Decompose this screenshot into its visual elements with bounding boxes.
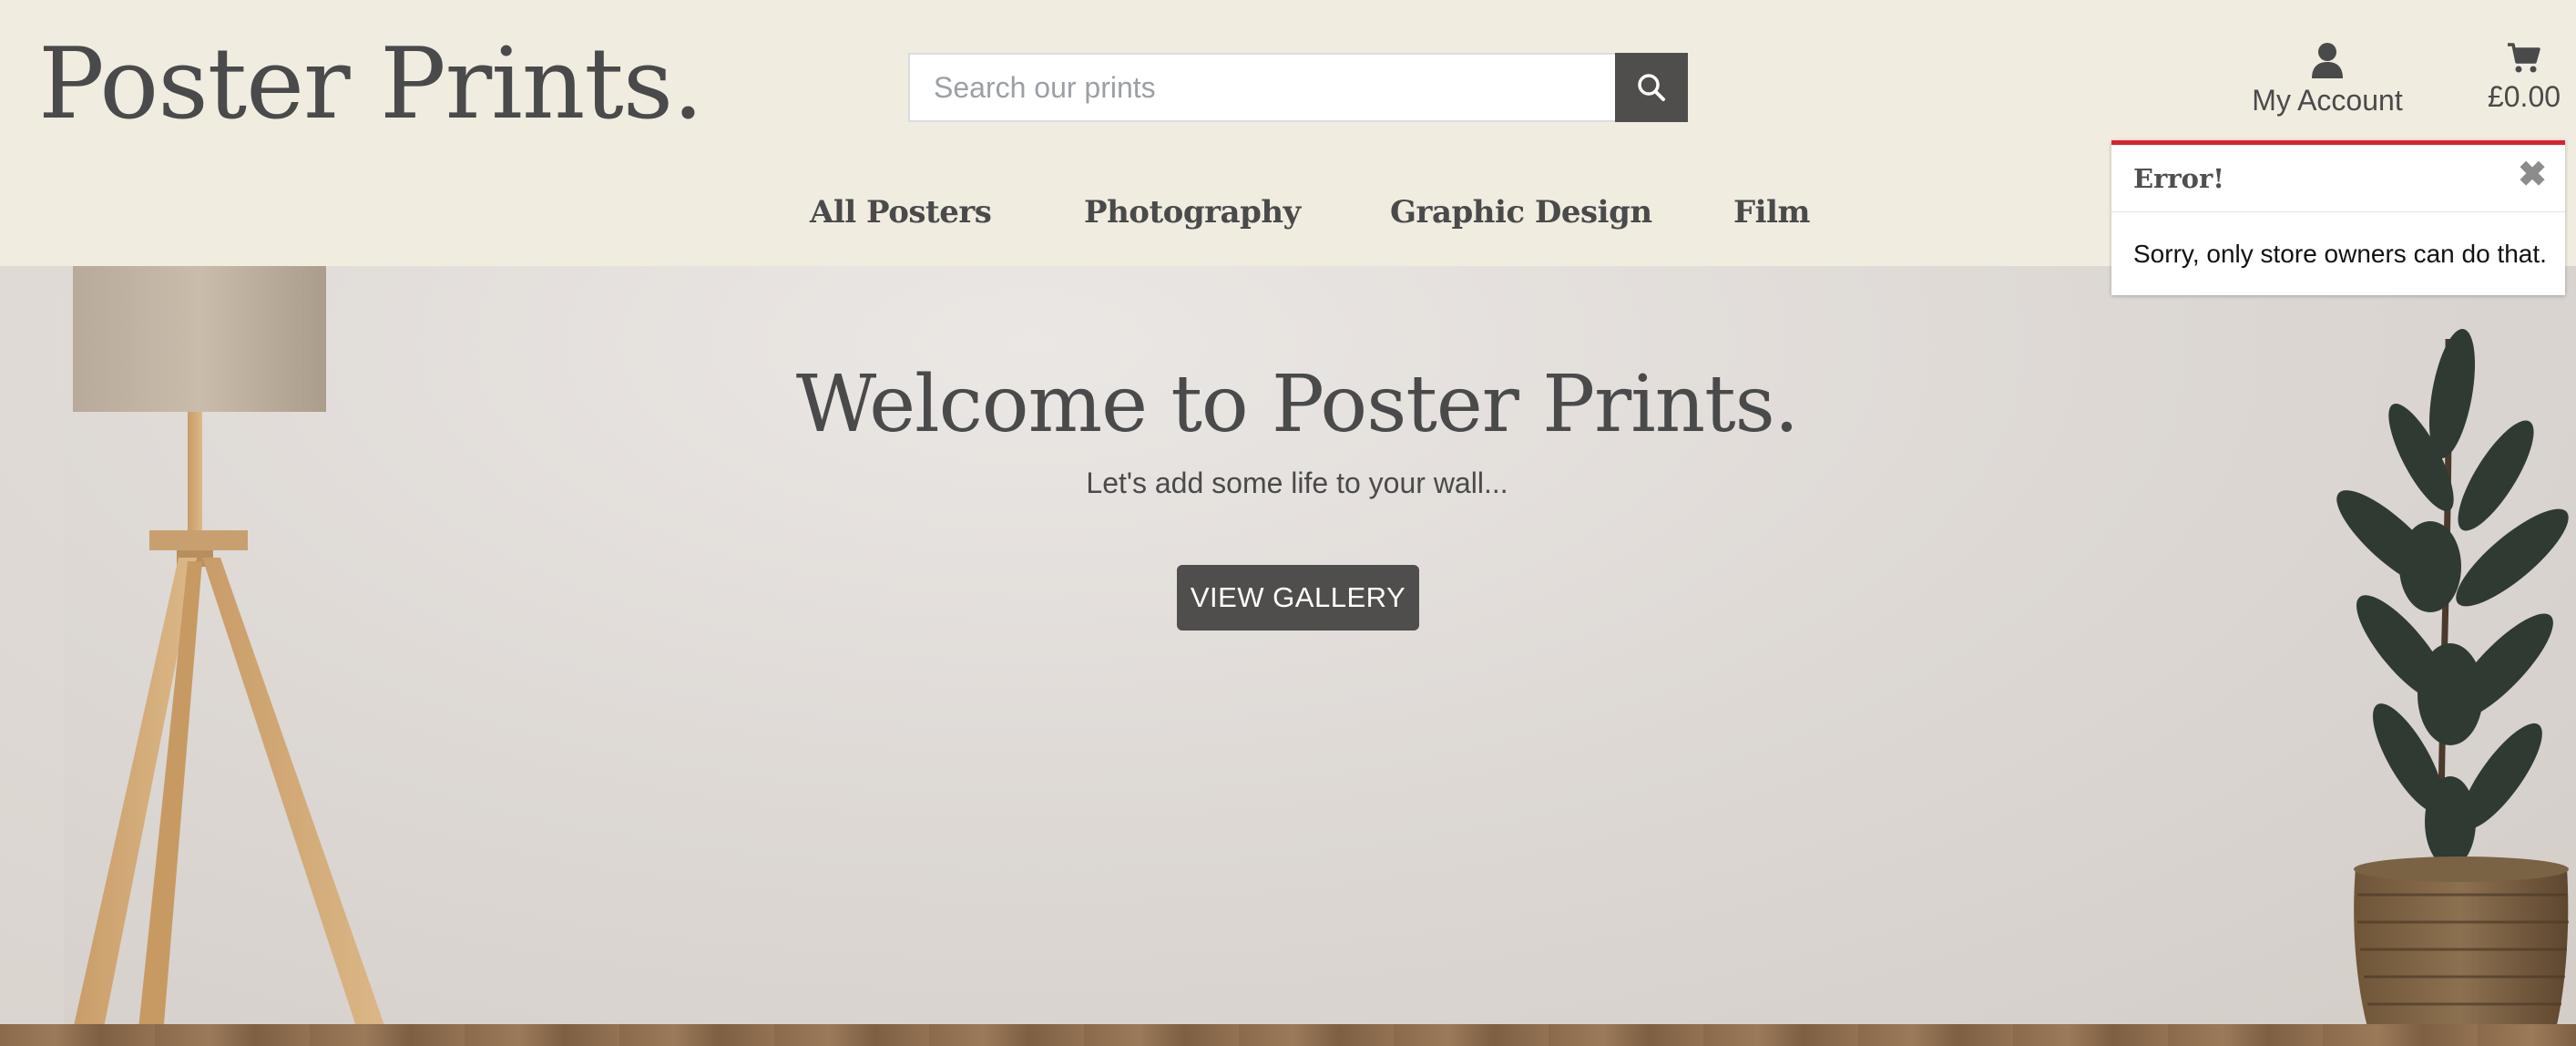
view-gallery-button[interactable]: VIEW GALLERY — [1177, 565, 1419, 631]
cart-icon — [2508, 43, 2540, 73]
my-account-link[interactable]: My Account — [2241, 42, 2414, 118]
search-icon — [1638, 74, 1665, 101]
search-input[interactable] — [908, 53, 1615, 122]
nav-item-film[interactable]: Film — [1733, 194, 1810, 231]
wood-floor — [0, 1024, 2576, 1046]
user-icon — [2312, 43, 2343, 78]
search-form — [908, 53, 1688, 122]
hero-subtitle: Let's add some life to your wall... — [1086, 467, 1508, 499]
my-account-label: My Account — [2252, 84, 2403, 117]
nav-item-all-posters[interactable]: All Posters — [810, 194, 992, 231]
hero-title: Welcome to Poster Prints. — [795, 359, 1799, 450]
site-logo[interactable]: Poster Prints. — [38, 30, 704, 139]
cart-total: £0.00 — [2487, 80, 2561, 113]
hero-banner: Welcome to Poster Prints. Let's add some… — [0, 266, 2576, 1046]
nav-item-photography[interactable]: Photography — [1084, 194, 1301, 231]
search-button[interactable] — [1615, 53, 1688, 122]
toast-message: Sorry, only store owners can do that. — [2133, 240, 2547, 268]
toast-title: Error! — [2133, 163, 2225, 194]
toast-header: Error! ✖ — [2111, 145, 2565, 212]
close-icon[interactable]: ✖ — [2518, 158, 2547, 192]
error-toast: Error! ✖ Sorry, only store owners can do… — [2111, 140, 2565, 295]
nav-item-graphic-design[interactable]: Graphic Design — [1390, 194, 1652, 231]
cart-link[interactable]: £0.00 — [2476, 42, 2572, 114]
